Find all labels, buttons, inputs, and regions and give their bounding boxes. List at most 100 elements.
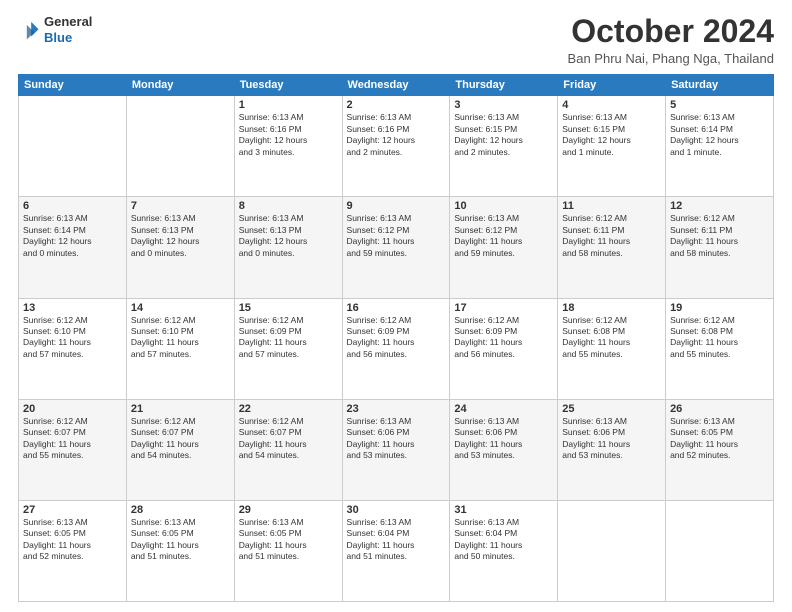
day-number: 29 [239, 504, 338, 516]
table-row: 17Sunrise: 6:12 AM Sunset: 6:09 PM Dayli… [450, 298, 558, 399]
table-row: 23Sunrise: 6:13 AM Sunset: 6:06 PM Dayli… [342, 399, 450, 500]
table-row: 16Sunrise: 6:12 AM Sunset: 6:09 PM Dayli… [342, 298, 450, 399]
day-number: 4 [562, 99, 661, 111]
day-info: Sunrise: 6:12 AM Sunset: 6:07 PM Dayligh… [23, 416, 122, 462]
col-sunday: Sunday [19, 75, 127, 96]
day-info: Sunrise: 6:12 AM Sunset: 6:07 PM Dayligh… [131, 416, 230, 462]
day-info: Sunrise: 6:12 AM Sunset: 6:09 PM Dayligh… [239, 315, 338, 361]
logo-icon [18, 19, 40, 41]
table-row: 22Sunrise: 6:12 AM Sunset: 6:07 PM Dayli… [234, 399, 342, 500]
table-row: 25Sunrise: 6:13 AM Sunset: 6:06 PM Dayli… [558, 399, 666, 500]
logo: General Blue [18, 14, 92, 45]
calendar-week-row: 1Sunrise: 6:13 AM Sunset: 6:16 PM Daylig… [19, 96, 774, 197]
table-row: 8Sunrise: 6:13 AM Sunset: 6:13 PM Daylig… [234, 197, 342, 298]
day-number: 26 [670, 403, 769, 415]
calendar-week-row: 27Sunrise: 6:13 AM Sunset: 6:05 PM Dayli… [19, 500, 774, 601]
day-info: Sunrise: 6:13 AM Sunset: 6:04 PM Dayligh… [454, 517, 553, 563]
day-info: Sunrise: 6:13 AM Sunset: 6:06 PM Dayligh… [347, 416, 446, 462]
day-info: Sunrise: 6:13 AM Sunset: 6:13 PM Dayligh… [239, 213, 338, 259]
col-tuesday: Tuesday [234, 75, 342, 96]
day-info: Sunrise: 6:13 AM Sunset: 6:16 PM Dayligh… [347, 112, 446, 158]
table-row: 15Sunrise: 6:12 AM Sunset: 6:09 PM Dayli… [234, 298, 342, 399]
table-row: 5Sunrise: 6:13 AM Sunset: 6:14 PM Daylig… [666, 96, 774, 197]
calendar-week-row: 6Sunrise: 6:13 AM Sunset: 6:14 PM Daylig… [19, 197, 774, 298]
table-row: 27Sunrise: 6:13 AM Sunset: 6:05 PM Dayli… [19, 500, 127, 601]
table-row: 28Sunrise: 6:13 AM Sunset: 6:05 PM Dayli… [126, 500, 234, 601]
table-row: 13Sunrise: 6:12 AM Sunset: 6:10 PM Dayli… [19, 298, 127, 399]
day-number: 27 [23, 504, 122, 516]
col-monday: Monday [126, 75, 234, 96]
table-row: 18Sunrise: 6:12 AM Sunset: 6:08 PM Dayli… [558, 298, 666, 399]
day-info: Sunrise: 6:12 AM Sunset: 6:09 PM Dayligh… [454, 315, 553, 361]
day-number: 31 [454, 504, 553, 516]
day-number: 23 [347, 403, 446, 415]
day-info: Sunrise: 6:12 AM Sunset: 6:09 PM Dayligh… [347, 315, 446, 361]
col-friday: Friday [558, 75, 666, 96]
calendar-header-row: Sunday Monday Tuesday Wednesday Thursday… [19, 75, 774, 96]
day-info: Sunrise: 6:13 AM Sunset: 6:16 PM Dayligh… [239, 112, 338, 158]
day-info: Sunrise: 6:13 AM Sunset: 6:13 PM Dayligh… [131, 213, 230, 259]
day-info: Sunrise: 6:13 AM Sunset: 6:12 PM Dayligh… [347, 213, 446, 259]
day-info: Sunrise: 6:13 AM Sunset: 6:15 PM Dayligh… [562, 112, 661, 158]
day-number: 10 [454, 200, 553, 212]
day-number: 1 [239, 99, 338, 111]
day-info: Sunrise: 6:13 AM Sunset: 6:04 PM Dayligh… [347, 517, 446, 563]
day-number: 12 [670, 200, 769, 212]
day-number: 24 [454, 403, 553, 415]
table-row: 29Sunrise: 6:13 AM Sunset: 6:05 PM Dayli… [234, 500, 342, 601]
table-row: 14Sunrise: 6:12 AM Sunset: 6:10 PM Dayli… [126, 298, 234, 399]
table-row: 2Sunrise: 6:13 AM Sunset: 6:16 PM Daylig… [342, 96, 450, 197]
day-number: 11 [562, 200, 661, 212]
calendar-table: Sunday Monday Tuesday Wednesday Thursday… [18, 74, 774, 602]
table-row: 30Sunrise: 6:13 AM Sunset: 6:04 PM Dayli… [342, 500, 450, 601]
day-info: Sunrise: 6:13 AM Sunset: 6:05 PM Dayligh… [239, 517, 338, 563]
day-info: Sunrise: 6:12 AM Sunset: 6:11 PM Dayligh… [670, 213, 769, 259]
day-info: Sunrise: 6:12 AM Sunset: 6:08 PM Dayligh… [562, 315, 661, 361]
table-row: 6Sunrise: 6:13 AM Sunset: 6:14 PM Daylig… [19, 197, 127, 298]
table-row: 21Sunrise: 6:12 AM Sunset: 6:07 PM Dayli… [126, 399, 234, 500]
day-number: 15 [239, 302, 338, 314]
day-number: 16 [347, 302, 446, 314]
table-row: 1Sunrise: 6:13 AM Sunset: 6:16 PM Daylig… [234, 96, 342, 197]
title-location: Ban Phru Nai, Phang Nga, Thailand [568, 51, 774, 66]
logo-line2: Blue [44, 30, 92, 46]
col-wednesday: Wednesday [342, 75, 450, 96]
day-number: 28 [131, 504, 230, 516]
day-info: Sunrise: 6:12 AM Sunset: 6:10 PM Dayligh… [23, 315, 122, 361]
day-number: 6 [23, 200, 122, 212]
table-row: 26Sunrise: 6:13 AM Sunset: 6:05 PM Dayli… [666, 399, 774, 500]
col-thursday: Thursday [450, 75, 558, 96]
day-number: 8 [239, 200, 338, 212]
day-info: Sunrise: 6:13 AM Sunset: 6:06 PM Dayligh… [454, 416, 553, 462]
day-number: 21 [131, 403, 230, 415]
table-row: 20Sunrise: 6:12 AM Sunset: 6:07 PM Dayli… [19, 399, 127, 500]
calendar-week-row: 13Sunrise: 6:12 AM Sunset: 6:10 PM Dayli… [19, 298, 774, 399]
table-row: 31Sunrise: 6:13 AM Sunset: 6:04 PM Dayli… [450, 500, 558, 601]
header: General Blue October 2024 Ban Phru Nai, … [18, 14, 774, 66]
table-row: 19Sunrise: 6:12 AM Sunset: 6:08 PM Dayli… [666, 298, 774, 399]
table-row: 10Sunrise: 6:13 AM Sunset: 6:12 PM Dayli… [450, 197, 558, 298]
table-row: 12Sunrise: 6:12 AM Sunset: 6:11 PM Dayli… [666, 197, 774, 298]
day-number: 9 [347, 200, 446, 212]
day-info: Sunrise: 6:13 AM Sunset: 6:06 PM Dayligh… [562, 416, 661, 462]
table-row: 24Sunrise: 6:13 AM Sunset: 6:06 PM Dayli… [450, 399, 558, 500]
day-info: Sunrise: 6:13 AM Sunset: 6:15 PM Dayligh… [454, 112, 553, 158]
day-number: 19 [670, 302, 769, 314]
calendar-week-row: 20Sunrise: 6:12 AM Sunset: 6:07 PM Dayli… [19, 399, 774, 500]
day-number: 7 [131, 200, 230, 212]
col-saturday: Saturday [666, 75, 774, 96]
table-row [558, 500, 666, 601]
day-info: Sunrise: 6:13 AM Sunset: 6:05 PM Dayligh… [131, 517, 230, 563]
day-number: 17 [454, 302, 553, 314]
day-number: 2 [347, 99, 446, 111]
day-info: Sunrise: 6:13 AM Sunset: 6:05 PM Dayligh… [23, 517, 122, 563]
day-number: 14 [131, 302, 230, 314]
day-number: 13 [23, 302, 122, 314]
day-number: 22 [239, 403, 338, 415]
day-number: 25 [562, 403, 661, 415]
table-row [666, 500, 774, 601]
table-row: 9Sunrise: 6:13 AM Sunset: 6:12 PM Daylig… [342, 197, 450, 298]
day-info: Sunrise: 6:13 AM Sunset: 6:14 PM Dayligh… [670, 112, 769, 158]
day-info: Sunrise: 6:12 AM Sunset: 6:07 PM Dayligh… [239, 416, 338, 462]
logo-line1: General [44, 14, 92, 30]
